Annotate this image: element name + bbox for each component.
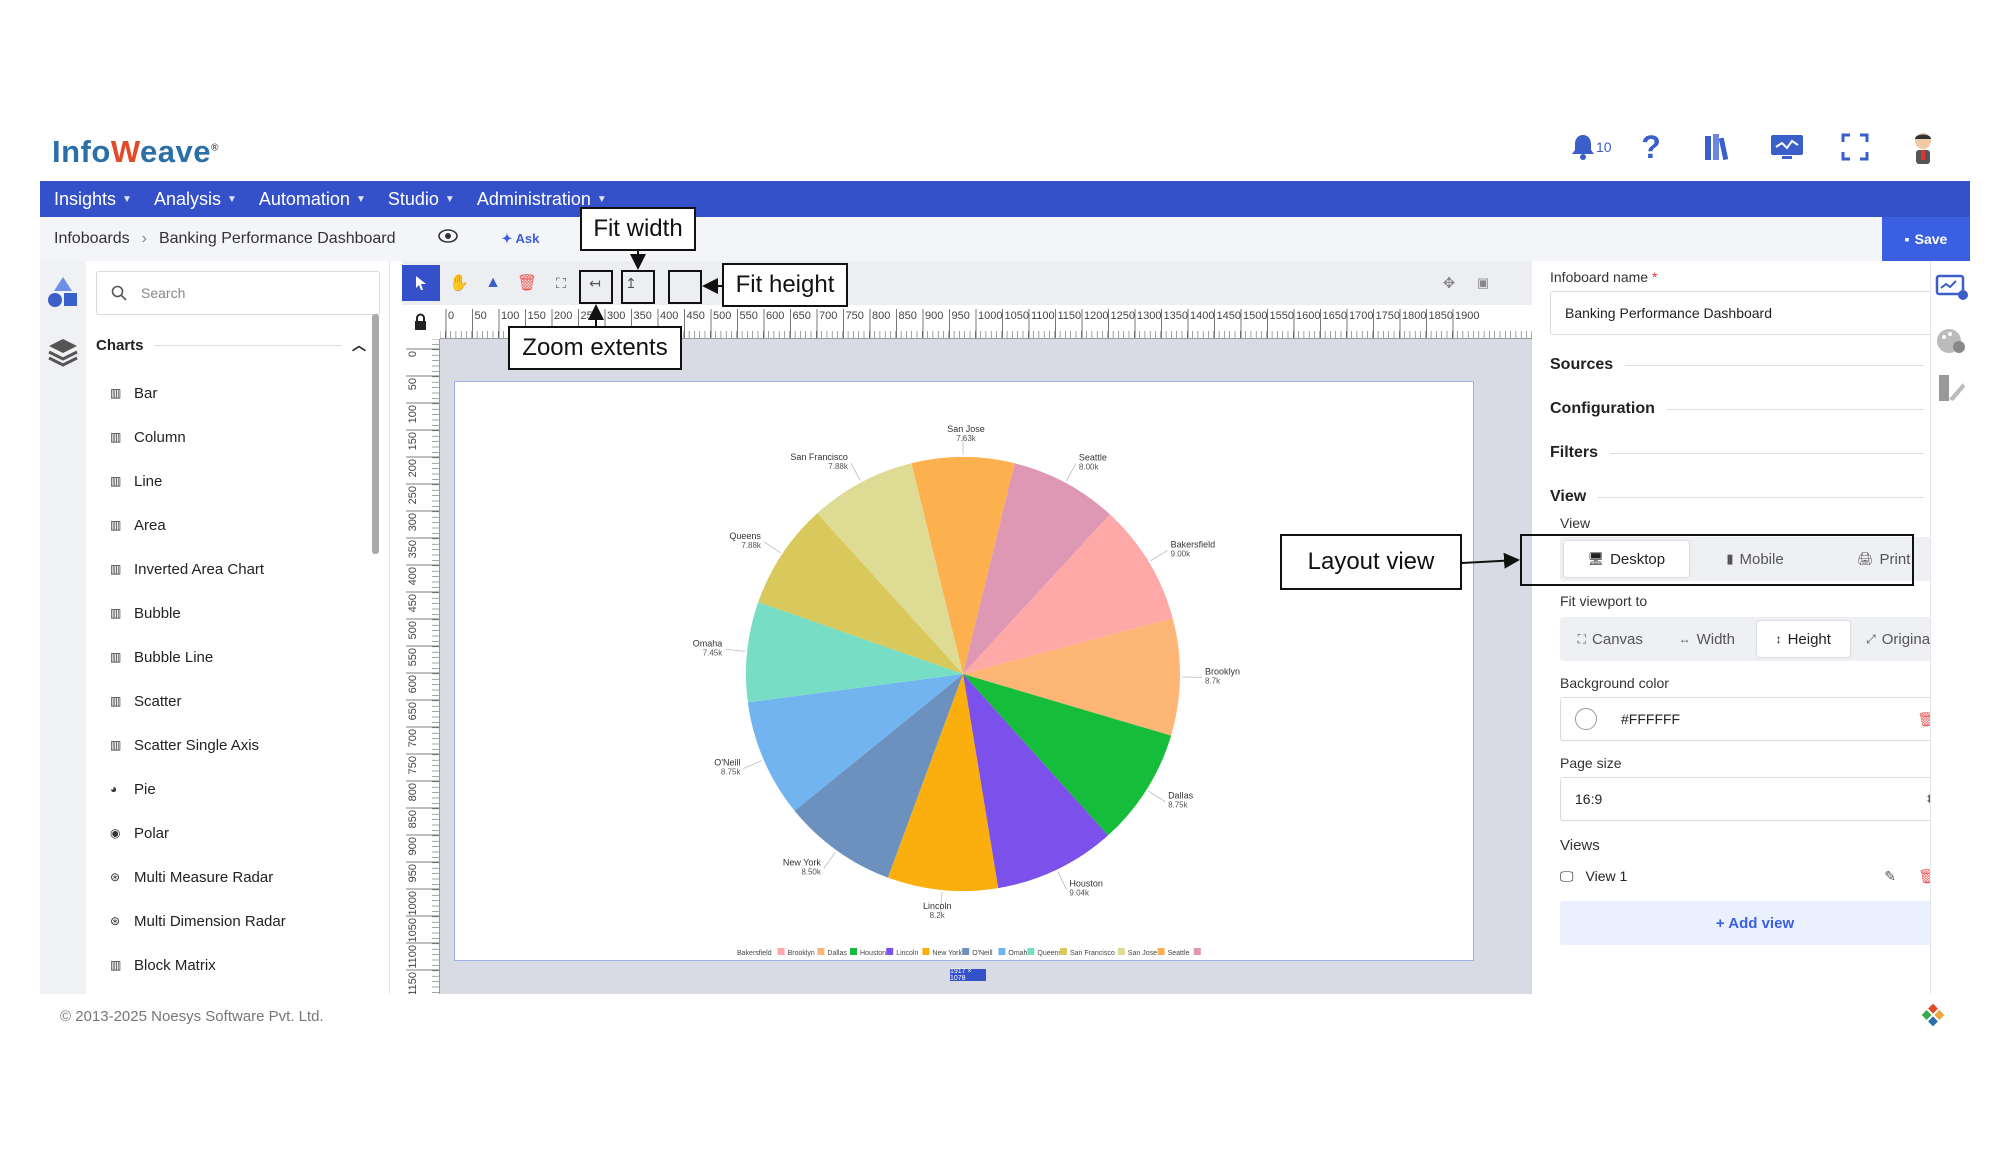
callout-arrows [588, 251, 1520, 569]
